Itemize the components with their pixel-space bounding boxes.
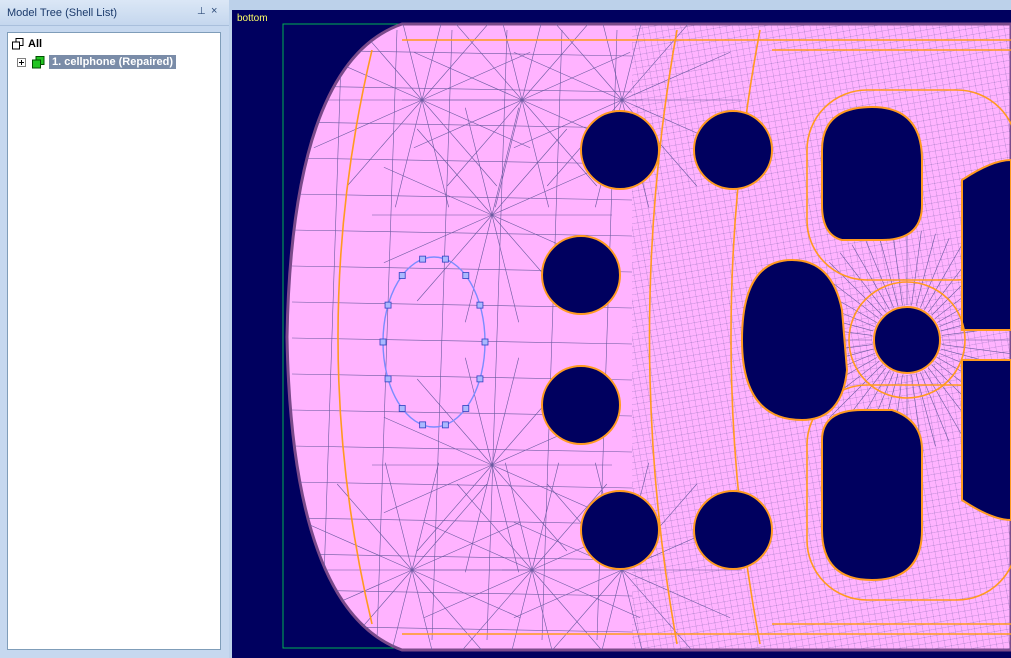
panel-header: Model Tree (Shell List) ⊥ × (0, 0, 229, 26)
shell-tree[interactable]: All 1. cellphone (Repaired) (7, 32, 221, 650)
selection-handle (441, 421, 449, 429)
selection-handle (379, 338, 387, 346)
selection-handle (462, 405, 470, 412)
tree-root-label: All (28, 38, 43, 50)
tree-root-all[interactable]: All (12, 36, 42, 52)
selection-handle (398, 405, 406, 412)
3d-viewport[interactable] (232, 10, 1011, 658)
selection-handle (476, 375, 484, 383)
tree-all-icon (12, 38, 24, 50)
selection-handle (476, 301, 484, 309)
pin-icon[interactable]: ⊥ (197, 6, 206, 17)
model-tree-panel: Model Tree (Shell List) ⊥ × All 1. cellp… (0, 0, 229, 658)
selection-handle (441, 255, 449, 263)
shell-icon (32, 55, 45, 68)
viewport-top-strip (232, 0, 1011, 10)
selection-handle (481, 338, 489, 346)
selection-handle (419, 421, 427, 429)
close-icon[interactable]: × (211, 5, 217, 17)
view-name-label: bottom (237, 13, 268, 24)
expand-icon[interactable] (17, 57, 26, 67)
tree-item-label: 1. cellphone (Repaired) (49, 55, 177, 69)
selection-handle (384, 375, 392, 383)
panel-title: Model Tree (Shell List) (7, 7, 118, 19)
selection-handle (462, 272, 470, 279)
selection-handle (384, 301, 392, 309)
selection-handle (419, 255, 427, 263)
mesh-render (282, 22, 1011, 652)
tree-item-cellphone[interactable]: 1. cellphone (Repaired) (17, 54, 177, 70)
selection-handle (398, 272, 406, 279)
